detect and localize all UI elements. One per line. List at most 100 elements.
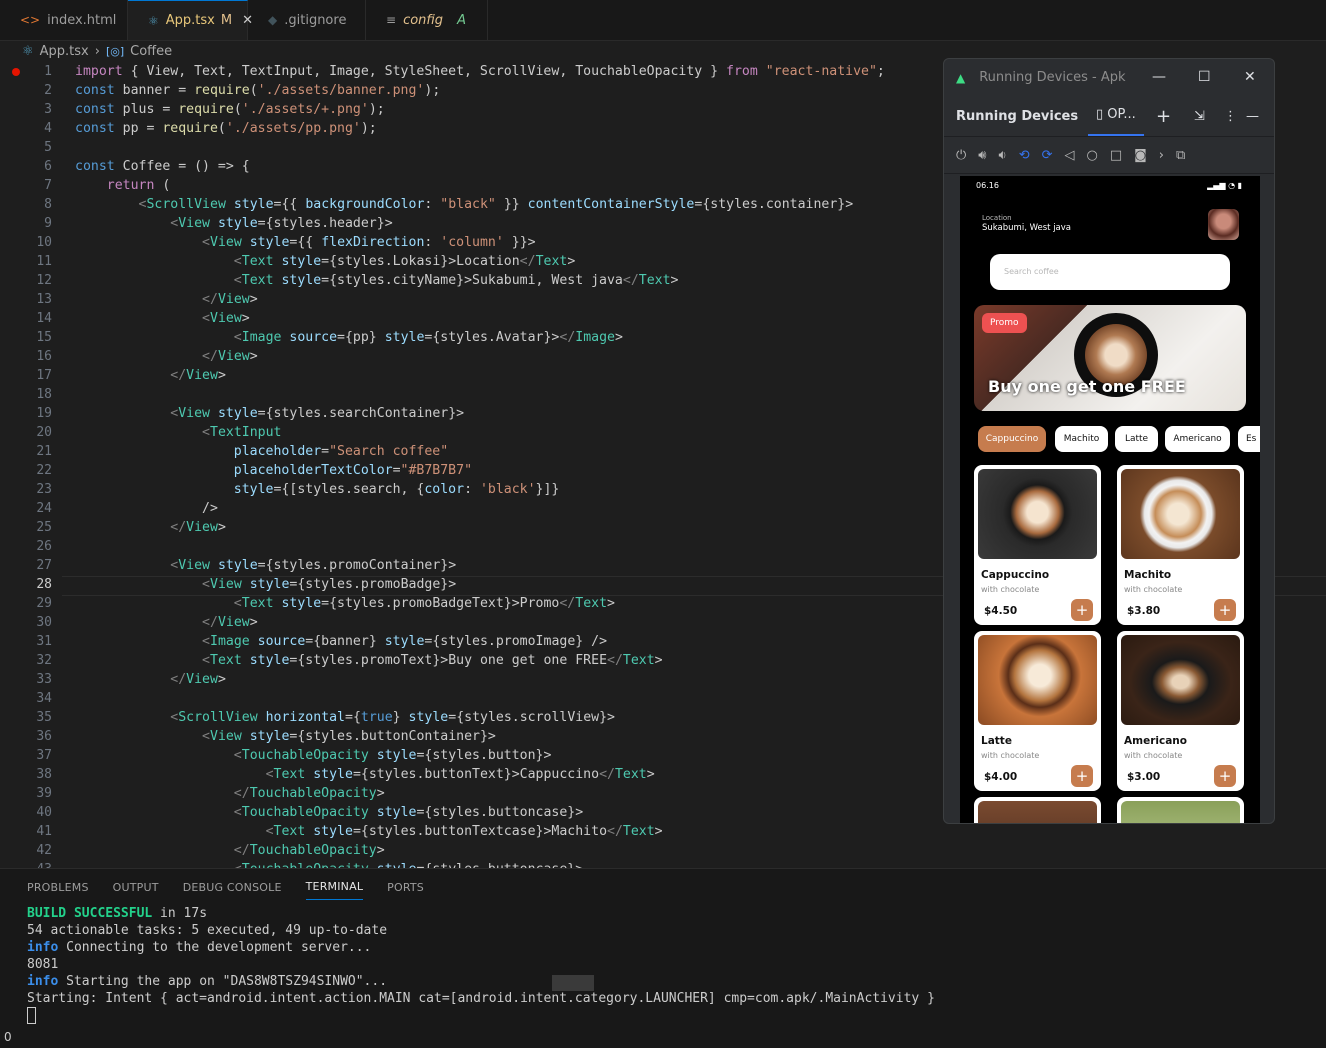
- add-to-cart-button[interactable]: +: [1071, 765, 1093, 787]
- line-number: 1: [0, 62, 62, 81]
- search-input[interactable]: Search coffee: [990, 254, 1230, 290]
- chip-es[interactable]: Es: [1238, 426, 1260, 452]
- chevron-right-icon[interactable]: ›: [1159, 148, 1164, 163]
- add-icon[interactable]: +: [1156, 106, 1171, 127]
- code-line[interactable]: <View style={{ flexDirection: 'column' }…: [75, 233, 935, 252]
- code-line[interactable]: const pp = require('./assets/pp.png');: [75, 119, 935, 138]
- code-line[interactable]: <Text style={styles.Lokasi}>Location</Te…: [75, 252, 935, 271]
- code-line[interactable]: <Image source={pp} style={styles.Avatar}…: [75, 328, 935, 347]
- add-to-cart-button[interactable]: +: [1214, 765, 1236, 787]
- minimize-icon[interactable]: —: [1152, 69, 1166, 85]
- tab-app-tsx[interactable]: ⚛ App.tsx M ✕: [128, 0, 253, 40]
- code-line[interactable]: [75, 385, 935, 404]
- code-line[interactable]: </TouchableOpacity>: [75, 841, 935, 860]
- code-line[interactable]: </View>: [75, 366, 935, 385]
- expand-icon[interactable]: ⇲: [1194, 109, 1205, 124]
- code-line[interactable]: <TouchableOpacity style={styles.buttonca…: [75, 860, 935, 868]
- tab-config[interactable]: ≡ config A: [366, 0, 488, 40]
- product-card[interactable]: [1117, 797, 1244, 823]
- close-icon[interactable]: ✕: [1244, 69, 1256, 85]
- breadcrumb-file[interactable]: App.tsx: [40, 44, 89, 59]
- tab-index-html[interactable]: <> index.html: [0, 0, 128, 40]
- code-line[interactable]: <TouchableOpacity style={styles.buttonca…: [75, 803, 935, 822]
- home-icon[interactable]: ○: [1087, 148, 1098, 163]
- rotate-left-icon[interactable]: ⟲: [1019, 148, 1030, 163]
- tab-gitignore[interactable]: ◆ .gitignore: [248, 0, 366, 40]
- device-tab[interactable]: ▯ OP...: [1088, 96, 1144, 136]
- code-line[interactable]: <View>: [75, 309, 935, 328]
- code-line[interactable]: </TouchableOpacity>: [75, 784, 935, 803]
- code-line[interactable]: <View style={styles.promoContainer}>: [75, 556, 935, 575]
- volume-down-icon[interactable]: 🔉︎: [999, 148, 1007, 163]
- chip-latte[interactable]: Latte: [1115, 426, 1158, 452]
- code-line[interactable]: </View>: [75, 347, 935, 366]
- terminal-line: BUILD SUCCESSFUL in 17s: [27, 905, 1326, 922]
- add-to-cart-button[interactable]: +: [1214, 599, 1236, 621]
- code-line[interactable]: <View style={styles.searchContainer}>: [75, 404, 935, 423]
- back-icon[interactable]: ◁: [1065, 148, 1075, 163]
- screen-record-icon[interactable]: ⧉: [1176, 148, 1185, 163]
- camera-icon[interactable]: ◙: [1134, 148, 1147, 163]
- code-line[interactable]: <TouchableOpacity style={styles.button}>: [75, 746, 935, 765]
- volume-up-icon[interactable]: 🔊︎: [978, 148, 986, 163]
- add-to-cart-button[interactable]: +: [1071, 599, 1093, 621]
- code-line[interactable]: [75, 537, 935, 556]
- product-price: $3.80: [1127, 605, 1161, 617]
- hide-icon[interactable]: —: [1246, 109, 1259, 124]
- code-line[interactable]: </View>: [75, 290, 935, 309]
- rotate-right-icon[interactable]: ⟳: [1042, 148, 1053, 163]
- code-line[interactable]: <Image source={banner} style={styles.pro…: [75, 632, 935, 651]
- product-card[interactable]: [974, 797, 1101, 823]
- code-line[interactable]: <View style={styles.promoBadge}>: [75, 575, 935, 594]
- device-screen[interactable]: 06.16 ▂▄▆ ◔ ▮ Location Sukabumi, West ja…: [960, 176, 1260, 823]
- code-line[interactable]: const Coffee = () => {: [75, 157, 935, 176]
- chip-machito[interactable]: Machito: [1055, 426, 1108, 452]
- code-line[interactable]: <ScrollView horizontal={true} style={sty…: [75, 708, 935, 727]
- product-card[interactable]: Americano with chocolate $3.00 +: [1117, 631, 1244, 791]
- chip-cappuccino[interactable]: Cappuccino: [978, 426, 1046, 452]
- code-line[interactable]: <Text style={styles.buttonText}>Cappucci…: [75, 765, 935, 784]
- code-line[interactable]: [75, 138, 935, 157]
- tab-output[interactable]: OUTPUT: [113, 875, 159, 900]
- tab-debug-console[interactable]: DEBUG CONSOLE: [183, 875, 282, 900]
- code-line[interactable]: import { View, Text, TextInput, Image, S…: [75, 62, 935, 81]
- tab-ports[interactable]: PORTS: [387, 875, 424, 900]
- code-line[interactable]: </View>: [75, 613, 935, 632]
- code-line[interactable]: [75, 689, 935, 708]
- code-line[interactable]: placeholder="Search coffee": [75, 442, 935, 461]
- promo-banner[interactable]: Promo Buy one get one FREE: [974, 305, 1246, 411]
- product-desc: with chocolate: [1124, 751, 1183, 760]
- product-card[interactable]: Cappuccino with chocolate $4.50 +: [974, 465, 1101, 625]
- code-line[interactable]: <View style={styles.header}>: [75, 214, 935, 233]
- code-line[interactable]: <Text style={styles.promoBadgeText}>Prom…: [75, 594, 935, 613]
- product-card[interactable]: Latte with chocolate $4.00 +: [974, 631, 1101, 791]
- breadcrumb-symbol[interactable]: Coffee: [130, 44, 172, 59]
- code-editor[interactable]: import { View, Text, TextInput, Image, S…: [75, 62, 935, 868]
- maximize-icon[interactable]: ☐: [1198, 69, 1211, 85]
- power-icon[interactable]: ⏻: [956, 148, 966, 163]
- code-line[interactable]: <TextInput: [75, 423, 935, 442]
- product-card[interactable]: Machito with chocolate $3.80 +: [1117, 465, 1244, 625]
- code-line[interactable]: style={[styles.search, {color: 'black'}]…: [75, 480, 935, 499]
- tab-terminal[interactable]: TERMINAL: [305, 874, 364, 900]
- code-line[interactable]: const banner = require('./assets/banner.…: [75, 81, 935, 100]
- code-line[interactable]: return (: [75, 176, 935, 195]
- code-line[interactable]: <Text style={styles.promoText}>Buy one g…: [75, 651, 935, 670]
- window-title: Running Devices - Apk: [979, 70, 1126, 85]
- chip-americano[interactable]: Americano: [1165, 426, 1230, 452]
- code-line[interactable]: <ScrollView style={{ backgroundColor: "b…: [75, 195, 935, 214]
- code-line[interactable]: <Text style={styles.cityName}>Sukabumi, …: [75, 271, 935, 290]
- breakpoint-icon[interactable]: [12, 68, 20, 76]
- code-line[interactable]: />: [75, 499, 935, 518]
- terminal[interactable]: BUILD SUCCESSFUL in 17s 54 actionable ta…: [0, 905, 1326, 1024]
- code-line[interactable]: const plus = require('./assets/+.png');: [75, 100, 935, 119]
- overview-icon[interactable]: □: [1110, 148, 1122, 163]
- code-line[interactable]: <Text style={styles.buttonTextcase}>Mach…: [75, 822, 935, 841]
- code-line[interactable]: <View style={styles.buttonContainer}>: [75, 727, 935, 746]
- tab-problems[interactable]: PROBLEMS: [27, 875, 89, 900]
- more-icon[interactable]: ⋮: [1224, 109, 1237, 124]
- code-line[interactable]: </View>: [75, 518, 935, 537]
- code-line[interactable]: </View>: [75, 670, 935, 689]
- line-number: 41: [36, 824, 52, 839]
- code-line[interactable]: placeholderTextColor="#B7B7B7": [75, 461, 935, 480]
